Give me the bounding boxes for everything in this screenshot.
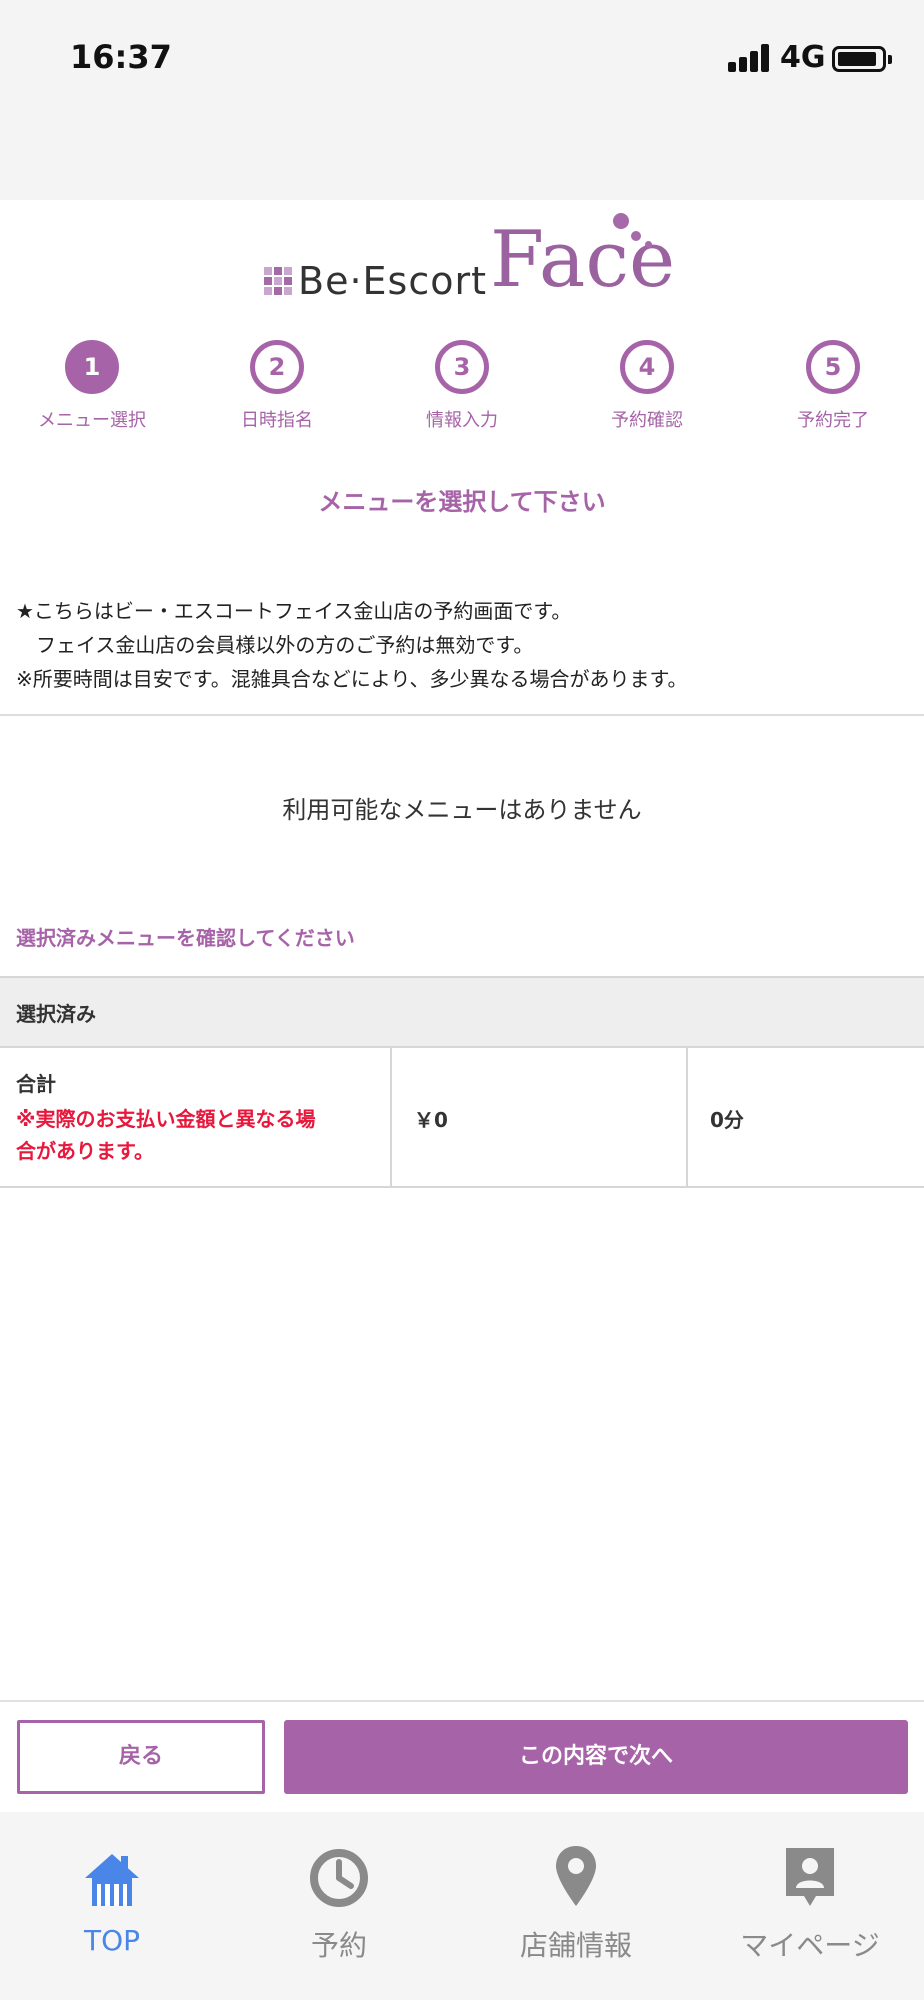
total-price: ￥0 [414, 1108, 448, 1132]
step-label: メニュー選択 [38, 410, 146, 431]
back-button[interactable]: 戻る [17, 1720, 265, 1794]
reservation-notice: ★こちらはビー・エスコートフェイス金山店の予約画面です。 フェイス金山店の会員様… [16, 594, 906, 696]
selected-section-header: 選択済み [0, 976, 924, 1048]
brand-logo: Be·Escort Face [262, 205, 682, 305]
tab-mypage[interactable]: マイページ [710, 1828, 910, 1964]
total-duration: 0分 [710, 1108, 744, 1132]
warning-line: ※実際のお支払い金額と異なる場 [16, 1107, 316, 1131]
bottom-tab-bar: TOP 予約 店舗情報 マイページ [0, 1812, 924, 2000]
action-bar: 戻る この内容で次へ [0, 1700, 924, 1812]
step-number: 2 [250, 340, 304, 394]
reservation-page: 16:37 4G Be·Escort Face 1 メニュー選択 2 日時指名 … [0, 0, 924, 2000]
payment-warning: ※実際のお支払い金額と異なる場 合があります。 [16, 1103, 374, 1167]
clock-icon [239, 1828, 439, 1908]
notice-line: ※所要時間は目安です。混雑具合などにより、多少異なる場合があります。 [16, 667, 688, 691]
step-number: 5 [806, 340, 860, 394]
step-label: 情報入力 [426, 410, 498, 431]
warning-line: 合があります。 [16, 1139, 154, 1163]
status-time: 16:37 [70, 38, 172, 76]
total-label-cell: 合計 ※実際のお支払い金額と異なる場 合があります。 [0, 1048, 390, 1186]
tab-top[interactable]: TOP [12, 1828, 212, 1957]
confirm-selected-prompt: 選択済みメニューを確認してください [16, 926, 355, 950]
step-4: 4 予約確認 [557, 340, 737, 432]
selected-header-label: 選択済み [16, 1002, 96, 1026]
step-number: 4 [620, 340, 674, 394]
next-button[interactable]: この内容で次へ [284, 1720, 908, 1794]
step-label: 予約完了 [797, 410, 869, 431]
tab-store-info[interactable]: 店舗情報 [476, 1828, 676, 1964]
step-5: 5 予約完了 [743, 340, 923, 432]
logo-grid-icon [264, 267, 292, 295]
logo-prefix: Be·Escort [298, 259, 487, 303]
tab-label: TOP [83, 1924, 141, 1957]
tab-reservation[interactable]: 予約 [239, 1828, 439, 1964]
empty-menu-message: 利用可能なメニューはありません [282, 796, 642, 824]
step-3: 3 情報入力 [372, 340, 552, 432]
step-2: 2 日時指名 [187, 340, 367, 432]
divider [0, 714, 924, 716]
tab-label: 店舗情報 [519, 1929, 632, 1962]
notice-line: フェイス金山店の会員様以外の方のご予約は無効です。 [16, 633, 534, 657]
home-icon [12, 1828, 212, 1908]
tab-label: 予約 [310, 1929, 367, 1962]
step-number: 3 [435, 340, 489, 394]
total-row: 合計 ※実際のお支払い金額と異なる場 合があります。 ￥0 0分 [0, 1048, 924, 1188]
total-label: 合計 [16, 1072, 56, 1096]
logo-main: Face [490, 215, 676, 305]
step-indicator: 1 メニュー選択 2 日時指名 3 情報入力 4 予約確認 5 予約完了 [0, 340, 924, 450]
total-price-cell: ￥0 [390, 1048, 686, 1186]
step-label: 日時指名 [241, 410, 313, 431]
signal-icon [728, 44, 772, 72]
battery-icon [832, 46, 892, 72]
network-type: 4G [780, 40, 826, 75]
profile-icon [710, 1828, 910, 1908]
notice-line: ★こちらはビー・エスコートフェイス金山店の予約画面です。 [16, 599, 572, 623]
page-title: メニューを選択して下さい [318, 488, 606, 516]
tab-label: マイページ [740, 1929, 880, 1962]
step-label: 予約確認 [611, 410, 683, 431]
status-bar: 16:37 4G [0, 0, 924, 200]
step-1: 1 メニュー選択 [2, 340, 182, 432]
total-duration-cell: 0分 [686, 1048, 924, 1186]
map-pin-icon [476, 1828, 676, 1908]
step-number: 1 [65, 340, 119, 394]
